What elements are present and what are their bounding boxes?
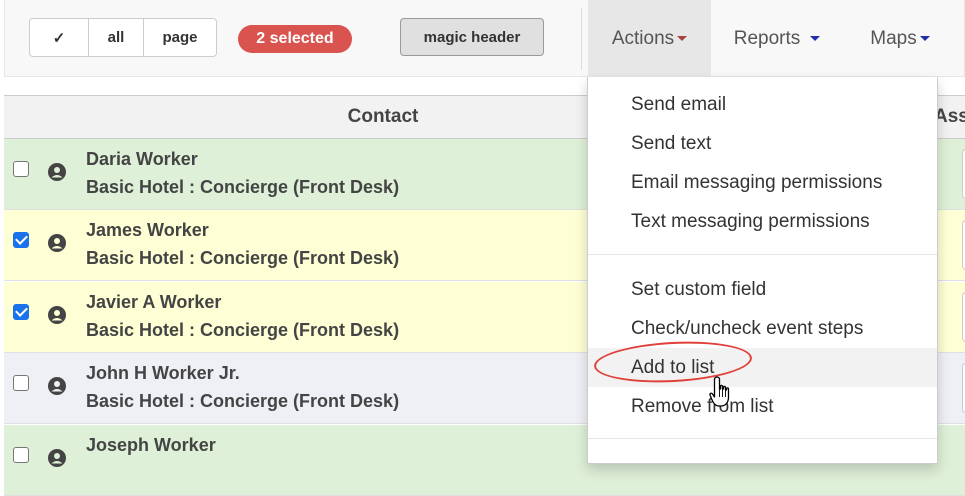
menu-item-check-event-steps[interactable]: Check/uncheck event steps	[588, 309, 937, 348]
toolbar: ✓ all page 2 selected magic header Actio…	[4, 0, 965, 77]
reports-tab[interactable]: Reports	[719, 0, 835, 77]
menu-item-remove-from-list[interactable]: Remove from list	[588, 387, 937, 426]
caret-down-icon	[810, 36, 821, 41]
maps-tab-label: Maps	[870, 27, 917, 49]
menu-item-text-permissions[interactable]: Text messaging permissions	[588, 202, 937, 241]
person-circle-icon	[48, 306, 66, 324]
row-checkbox[interactable]	[13, 161, 29, 177]
selected-count-badge[interactable]: 2 selected	[238, 25, 352, 53]
select-check-button[interactable]: ✓	[29, 18, 89, 57]
person-circle-icon	[48, 449, 66, 467]
person-circle-icon	[48, 163, 66, 181]
toolbar-divider	[581, 8, 582, 70]
menu-item-set-custom-field[interactable]: Set custom field	[588, 270, 937, 309]
actions-tab[interactable]: Actions	[588, 0, 711, 77]
contact-role: Basic Hotel : Concierge (Front Desk)	[86, 391, 400, 411]
caret-down-icon	[677, 36, 688, 41]
contact-name[interactable]: John H Worker Jr.	[86, 363, 240, 384]
menu-divider	[588, 254, 937, 255]
menu-divider	[588, 438, 937, 439]
contact-name[interactable]: James Worker	[86, 220, 209, 241]
menu-item-send-text[interactable]: Send text	[588, 124, 937, 163]
person-circle-icon	[48, 377, 66, 395]
menu-item-add-to-list[interactable]: Add to list	[588, 337, 937, 387]
person-circle-icon	[48, 234, 66, 252]
select-page-button[interactable]: page	[143, 18, 217, 57]
reports-tab-label: Reports	[733, 27, 801, 49]
assigned-column-header[interactable]: Ass	[934, 96, 965, 138]
menu-item-email-permissions[interactable]: Email messaging permissions	[588, 163, 937, 202]
hand-pointer-icon	[709, 376, 730, 407]
caret-down-icon	[919, 36, 930, 41]
row-checkbox[interactable]	[13, 447, 29, 463]
contact-role: Basic Hotel : Concierge (Front Desk)	[86, 177, 400, 197]
add-to-list-label: Add to list	[631, 356, 715, 378]
select-button-group: ✓ all page	[29, 18, 217, 57]
magic-header-button[interactable]: magic header	[400, 18, 544, 56]
maps-tab[interactable]: Maps	[860, 0, 940, 77]
contact-name[interactable]: Javier A Worker	[86, 292, 221, 313]
contact-name[interactable]: Daria Worker	[86, 149, 198, 170]
select-all-button[interactable]: all	[88, 18, 144, 57]
actions-tab-label: Actions	[611, 27, 675, 49]
menu-item-send-email[interactable]: Send email	[588, 85, 937, 124]
contact-role: Basic Hotel : Concierge (Front Desk)	[86, 248, 400, 268]
row-checkbox[interactable]	[13, 375, 29, 391]
contact-role: Basic Hotel : Concierge (Front Desk)	[86, 320, 400, 340]
actions-dropdown-menu: Send email Send text Email messaging per…	[587, 77, 938, 464]
row-checkbox[interactable]	[13, 304, 29, 320]
contact-name[interactable]: Joseph Worker	[86, 435, 216, 456]
row-checkbox[interactable]	[13, 232, 29, 248]
